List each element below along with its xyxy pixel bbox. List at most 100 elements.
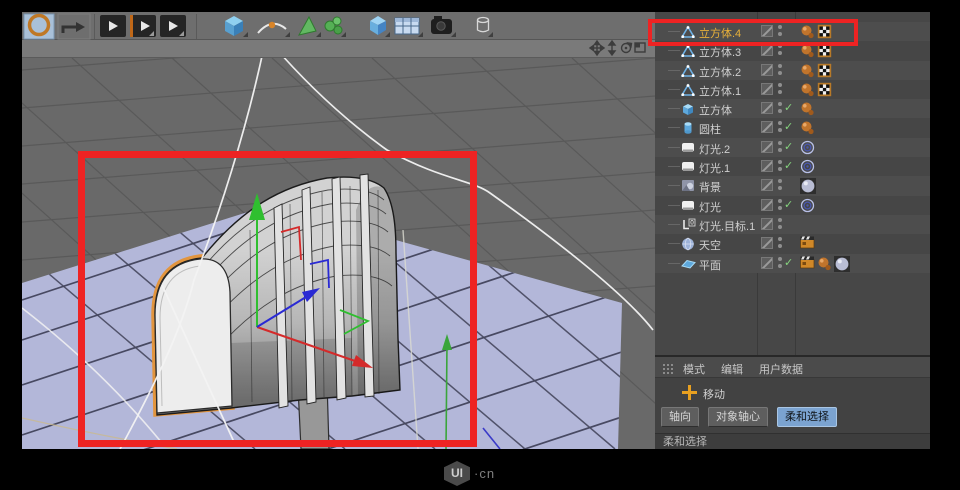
visibility-dots[interactable] (777, 82, 783, 97)
object-row[interactable]: 立方体 ✓ (655, 99, 930, 119)
tab-button-对象轴心[interactable]: 对象轴心 (708, 407, 768, 427)
visibility-dots[interactable] (777, 217, 783, 232)
tree-stub (668, 262, 680, 264)
layer-toggle[interactable] (761, 217, 773, 230)
object-label[interactable]: 立方体.3 (699, 44, 741, 60)
visibility-dots[interactable] (777, 159, 783, 174)
enabled-check[interactable]: ✓ (784, 140, 793, 153)
enabled-check[interactable]: ✓ (784, 256, 793, 269)
layer-toggle[interactable] (761, 82, 773, 95)
object-row[interactable]: 灯光.2 ✓ (655, 137, 930, 158)
visibility-dots[interactable] (777, 178, 783, 193)
object-label[interactable]: 圆柱 (699, 121, 721, 137)
render-picture-viewer-icon[interactable] (130, 15, 156, 37)
layer-toggle[interactable] (761, 160, 773, 173)
tool-label: 移动 (703, 389, 725, 401)
layer-toggle[interactable] (761, 102, 773, 115)
object-label[interactable]: 平面 (699, 257, 721, 273)
uvw-tag[interactable] (817, 82, 832, 97)
tab-button-轴向[interactable]: 轴向 (661, 407, 699, 427)
enabled-check[interactable]: ✓ (784, 101, 793, 114)
target-tag[interactable] (800, 198, 815, 213)
object-label[interactable]: 立方体.2 (699, 64, 741, 80)
phong-tag[interactable] (800, 43, 815, 58)
visibility-dots[interactable] (777, 63, 783, 78)
layer-toggle[interactable] (761, 256, 773, 269)
object-label[interactable]: 天空 (699, 237, 721, 253)
uvw-tag[interactable] (817, 63, 832, 78)
material-tag[interactable] (800, 178, 816, 195)
target-tag[interactable] (800, 159, 815, 174)
selected-tool-rotate-icon[interactable] (23, 13, 55, 40)
layer-toggle[interactable] (761, 198, 773, 211)
compositing-tag[interactable] (800, 236, 815, 251)
tree-stub (668, 146, 680, 148)
visibility-dots[interactable] (777, 256, 783, 271)
move-arrow-tool-icon[interactable] (57, 13, 91, 40)
material-tag[interactable] (834, 255, 850, 272)
enabled-check[interactable]: ✓ (784, 198, 793, 211)
object-label[interactable]: 灯光.目标.1 (699, 218, 755, 234)
visibility-dots[interactable] (777, 198, 783, 213)
uvw-tag[interactable] (817, 43, 832, 58)
layer-toggle[interactable] (761, 25, 773, 37)
phong-tag[interactable] (800, 63, 815, 78)
phong-tag[interactable] (800, 24, 815, 39)
layer-toggle[interactable] (761, 63, 773, 76)
layer-toggle[interactable] (761, 237, 773, 250)
object-label[interactable]: 灯光.1 (699, 160, 730, 176)
object-row[interactable]: 立方体.4 (655, 22, 930, 42)
object-row[interactable]: 圆柱 ✓ (655, 118, 930, 138)
phong-tag[interactable] (800, 120, 815, 135)
object-label[interactable]: 背景 (699, 179, 721, 195)
background-icon (681, 179, 695, 193)
object-row[interactable]: 灯光 ✓ (655, 195, 930, 215)
render-view-icon[interactable] (100, 15, 126, 37)
tab-button-柔和选择[interactable]: 柔和选择 (777, 407, 837, 427)
tree-stub (668, 127, 680, 129)
visibility-dots[interactable] (777, 236, 783, 251)
menu-edit[interactable]: 编辑 (721, 361, 743, 377)
object-row[interactable]: 0 灯光.目标.1 (655, 214, 930, 235)
mode-grid-icon[interactable] (662, 363, 675, 375)
phong-tag[interactable] (800, 82, 815, 97)
object-row[interactable]: 立方体.2 (655, 60, 930, 80)
enabled-check[interactable]: ✓ (784, 159, 793, 172)
phong-tag[interactable] (817, 256, 832, 271)
array-grid-icon[interactable] (394, 17, 423, 37)
object-row[interactable]: 立方体.3 (655, 41, 930, 61)
target-tag[interactable] (800, 140, 815, 155)
compositing-tag[interactable] (800, 256, 815, 271)
object-row[interactable]: 平面 ✓ (655, 253, 930, 273)
layer-toggle[interactable] (761, 44, 773, 57)
render-settings-icon[interactable] (160, 15, 186, 37)
visibility-dots[interactable] (777, 43, 783, 58)
visibility-dots[interactable] (777, 140, 783, 155)
layer-toggle[interactable] (761, 121, 773, 134)
menu-user-data[interactable]: 用户数据 (759, 361, 803, 377)
layer-toggle[interactable] (761, 179, 773, 192)
object-label[interactable]: 灯光.2 (699, 141, 730, 157)
visibility-dots[interactable] (777, 120, 783, 135)
layer-toggle[interactable] (761, 140, 773, 153)
phong-tag[interactable] (800, 101, 815, 116)
object-row[interactable]: 灯光.1 ✓ (655, 157, 930, 177)
cylinder-icon (681, 121, 695, 135)
object-label[interactable]: 立方体.4 (699, 25, 741, 41)
object-manager[interactable]: 立方体.4 立方体.3 立方体.2 立方体.1 立方体 ✓ 圆柱 ✓ 灯光.2 ✓ 灯光.1 ✓ 背景灯… (655, 12, 930, 355)
uvw-tag[interactable] (817, 24, 832, 39)
object-row[interactable]: 立方体.1 (655, 79, 930, 100)
light-icon (681, 141, 695, 155)
section-soft-selection[interactable]: 柔和选择 (655, 433, 930, 449)
object-label[interactable]: 立方体 (699, 102, 732, 118)
viewport-scene[interactable] (22, 40, 655, 449)
object-label[interactable]: 立方体.1 (699, 83, 741, 99)
right-panel: 立方体.4 立方体.3 立方体.2 立方体.1 立方体 ✓ 圆柱 ✓ 灯光.2 ✓ 灯光.1 ✓ 背景灯… (655, 12, 930, 449)
object-label[interactable]: 灯光 (699, 199, 721, 215)
visibility-dots[interactable] (777, 101, 783, 116)
menu-mode[interactable]: 模式 (683, 361, 705, 377)
visibility-dots[interactable] (777, 24, 783, 39)
enabled-check[interactable]: ✓ (784, 120, 793, 133)
object-row[interactable]: 背景 (655, 176, 930, 196)
object-row[interactable]: 天空 (655, 234, 930, 254)
